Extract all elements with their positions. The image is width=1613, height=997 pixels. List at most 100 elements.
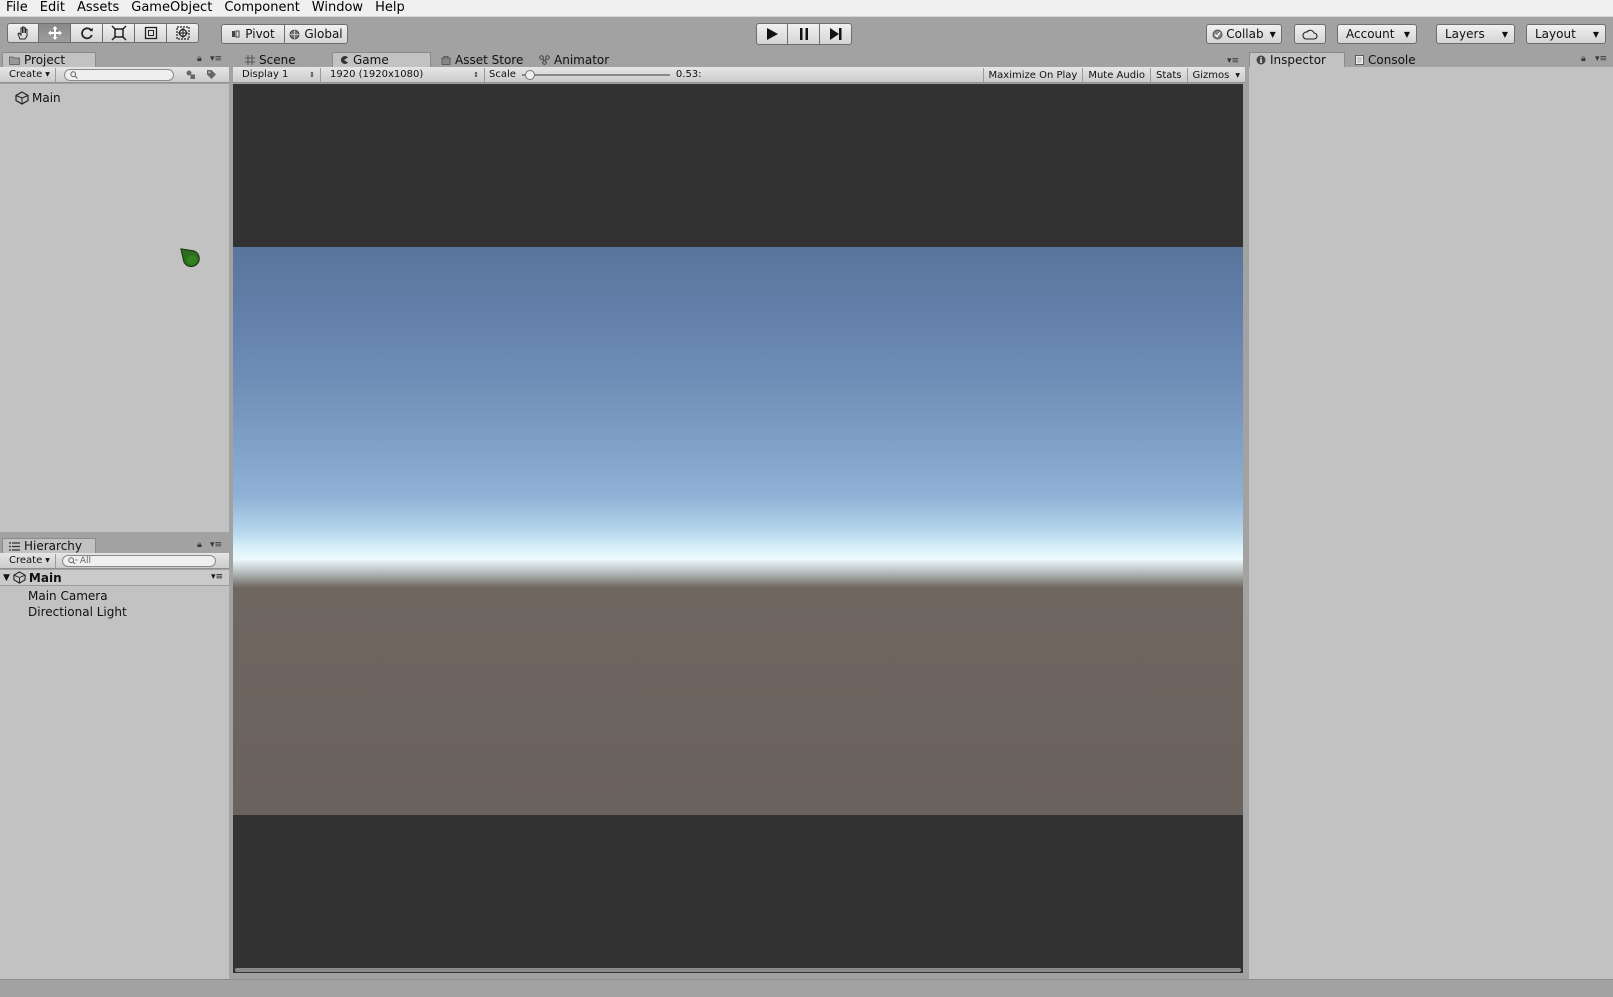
scale-control: Scale 0.53:	[489, 69, 702, 80]
caret-down-icon: ▼	[1269, 29, 1276, 39]
grid-icon	[245, 54, 255, 65]
tab-console[interactable]: Console	[1349, 52, 1433, 67]
tab-inspector[interactable]: Inspector	[1249, 52, 1345, 67]
menu-bar: File Edit Assets GameObject Component Wi…	[0, 0, 1613, 17]
info-icon	[1256, 55, 1266, 65]
panel-menu-icon[interactable]: ▾≡	[1595, 54, 1607, 64]
project-search-input[interactable]	[63, 68, 174, 81]
hand-tool-button[interactable]	[7, 23, 39, 43]
tab-project[interactable]: Project	[2, 52, 96, 67]
transform-tool-button[interactable]	[167, 23, 199, 43]
nodes-icon	[539, 54, 550, 65]
hierarchy-toolbar: Create ▼ All	[0, 553, 229, 569]
shopping-bag-icon	[441, 55, 451, 65]
search-icon	[70, 70, 78, 79]
caret-down-icon: ▼	[1403, 29, 1410, 39]
collab-dropdown[interactable]: Collab ▼	[1206, 24, 1282, 44]
gizmos-dropdown[interactable]: Gizmos ▼	[1188, 68, 1245, 82]
transform-tools	[7, 23, 199, 43]
table-row[interactable]: Directional Light	[28, 605, 127, 619]
move-icon	[47, 26, 62, 40]
layers-dropdown[interactable]: Layers ▼	[1436, 24, 1515, 44]
updown-icon: ⇕	[473, 70, 479, 79]
search-icon	[68, 556, 78, 564]
tab-game[interactable]: Game	[332, 52, 431, 67]
project-tabstrip: Project 🔒︎ ▾≡	[0, 50, 229, 67]
tab-scene[interactable]: Scene	[239, 52, 329, 67]
inspector-body	[1249, 67, 1613, 979]
game-toolbar-right: Maximize On Play Mute Audio Stats Gizmos…	[982, 67, 1245, 83]
scale-tool-button[interactable]	[103, 23, 135, 43]
global-toggle[interactable]: Global	[285, 24, 348, 44]
menu-file[interactable]: File	[0, 0, 34, 16]
lock-icon[interactable]: 🔒︎	[197, 540, 202, 550]
hierarchy-search-input[interactable]: All	[61, 554, 216, 567]
mouse-cursor-icon	[180, 248, 200, 268]
pivot-icon	[232, 30, 240, 38]
updown-icon: ⇕	[309, 70, 315, 79]
layout-dropdown[interactable]: Layout ▼	[1526, 24, 1606, 44]
lock-icon[interactable]: 🔒︎	[197, 54, 202, 64]
tab-animator[interactable]: Animator	[533, 52, 623, 67]
pause-button[interactable]	[788, 23, 820, 45]
resolution-dropdown[interactable]: 1920 (1920x1080) ⇕	[325, 67, 485, 82]
menu-help[interactable]: Help	[369, 0, 411, 16]
play-icon	[767, 28, 778, 40]
pacman-icon	[340, 56, 348, 64]
step-button[interactable]	[820, 23, 852, 45]
tab-asset-store[interactable]: Asset Store	[435, 52, 533, 67]
rotate-icon	[80, 27, 93, 40]
table-row[interactable]: Main Camera	[28, 589, 108, 603]
stats-toggle[interactable]: Stats	[1151, 68, 1188, 82]
hierarchy-create-dropdown[interactable]: Create ▼	[4, 553, 56, 568]
globe-icon	[289, 29, 300, 39]
status-bar	[0, 979, 1613, 997]
project-create-dropdown[interactable]: Create ▼	[4, 67, 56, 82]
list-icon	[9, 541, 20, 551]
move-tool-button[interactable]	[39, 23, 71, 43]
panel-menu-icon[interactable]: ▾≡	[210, 54, 222, 64]
panel-menu-icon[interactable]: ▾≡	[1227, 56, 1239, 66]
pivot-toggle[interactable]: Pivot	[221, 24, 285, 44]
menu-gameobject[interactable]: GameObject	[125, 0, 218, 16]
project-toolbar: Create ▼	[0, 67, 229, 83]
lock-icon[interactable]: 🔒︎	[1581, 54, 1586, 64]
main-toolbar: Pivot Global Collab ▼ Account ▼ Layers ▼…	[0, 17, 1613, 50]
panel-menu-icon[interactable]: ▾≡	[210, 540, 222, 550]
shapes-icon	[186, 70, 196, 79]
triangle-down-icon[interactable]: ▼	[3, 573, 10, 583]
scene-header-row[interactable]: ▼ Main ▾≡	[0, 570, 229, 586]
filter-label-button[interactable]	[203, 69, 221, 80]
scene-menu-icon[interactable]: ▾≡	[211, 572, 223, 582]
list-item[interactable]: Main	[15, 91, 61, 105]
rect-tool-button[interactable]	[135, 23, 167, 43]
maximize-on-play-toggle[interactable]: Maximize On Play	[982, 68, 1084, 82]
slider-thumb[interactable]	[524, 69, 535, 80]
menu-component[interactable]: Component	[218, 0, 305, 16]
menu-assets[interactable]: Assets	[71, 0, 125, 16]
unity-scene-icon	[15, 91, 29, 105]
menu-edit[interactable]: Edit	[34, 0, 71, 16]
filter-type-button[interactable]	[182, 69, 200, 80]
step-icon	[829, 28, 841, 40]
play-button[interactable]	[756, 23, 788, 45]
cloud-button[interactable]	[1294, 24, 1326, 44]
horizontal-scrollbar[interactable]	[235, 968, 1241, 972]
transform-icon	[175, 26, 190, 40]
rotate-tool-button[interactable]	[71, 23, 103, 43]
slider-track	[521, 73, 670, 76]
game-view[interactable]	[233, 84, 1243, 973]
caret-down-icon: ▼	[1235, 71, 1240, 79]
menu-window[interactable]: Window	[306, 0, 369, 16]
caret-down-icon: ▼	[45, 71, 50, 78]
mute-audio-toggle[interactable]: Mute Audio	[1083, 68, 1151, 82]
folder-icon	[9, 56, 20, 65]
scale-icon	[110, 25, 127, 41]
caret-down-icon: ▼	[1501, 29, 1508, 39]
scale-slider[interactable]	[521, 69, 670, 80]
unity-scene-icon	[13, 571, 26, 584]
tab-hierarchy[interactable]: Hierarchy	[2, 538, 96, 553]
display-dropdown[interactable]: Display 1 ⇕	[237, 67, 321, 82]
document-icon	[1355, 54, 1364, 65]
account-dropdown[interactable]: Account ▼	[1337, 24, 1417, 44]
